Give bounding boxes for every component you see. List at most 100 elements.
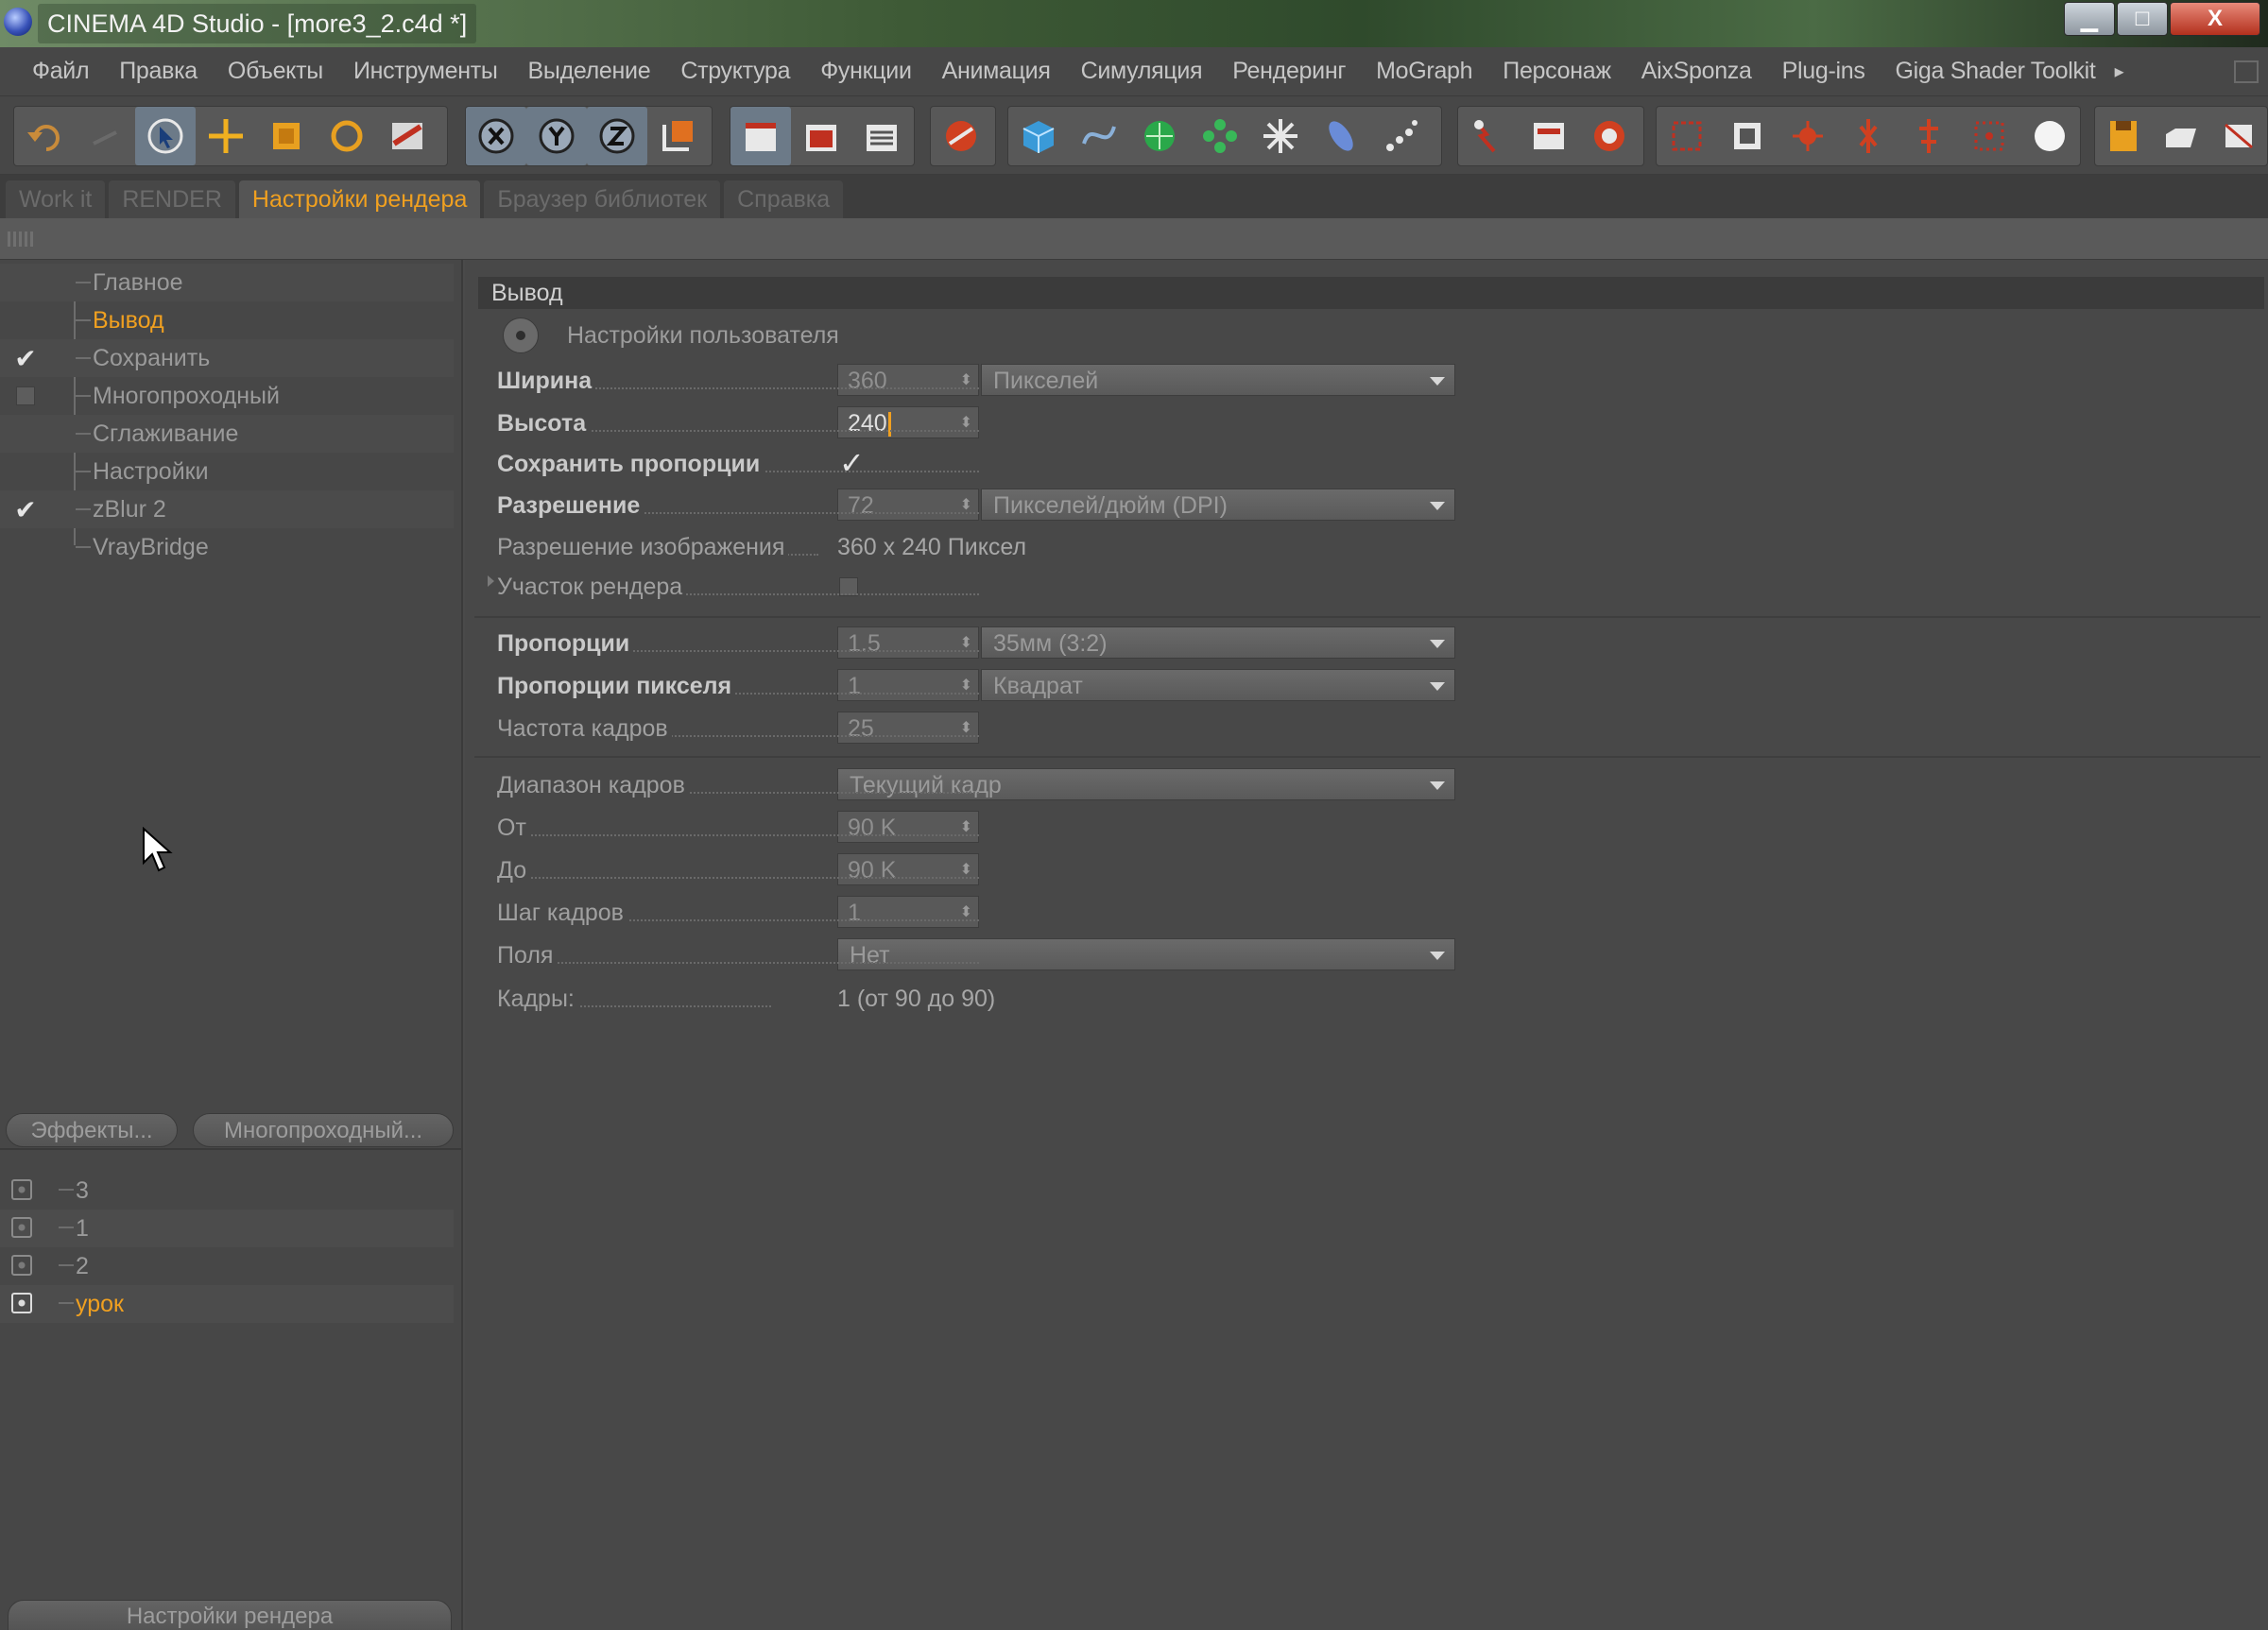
tab-render-settings[interactable]: Настройки рендера [238, 180, 481, 218]
effects-button[interactable]: Эффекты... [6, 1113, 178, 1147]
tree-branch [59, 1227, 74, 1228]
move-tool-button[interactable] [196, 107, 256, 165]
minimize-button[interactable]: ▁ [2064, 2, 2115, 36]
menu-selection[interactable]: Выделение [513, 58, 666, 85]
menu-more-arrow-icon[interactable]: ▸ [2115, 60, 2124, 83]
width-unit-dropdown[interactable]: Пикселей [981, 364, 1455, 396]
settings-item-multipass[interactable]: Многопроходный [0, 377, 454, 415]
settings-item-save[interactable]: ✔ Сохранить [0, 339, 454, 377]
panel-layout-icon[interactable] [2234, 60, 2259, 83]
multipass-enable-checkbox[interactable] [13, 384, 38, 408]
menu-objects[interactable]: Объекты [213, 58, 338, 85]
render-picture-viewer-icon [806, 125, 836, 151]
maximize-button[interactable]: □ [2117, 2, 2168, 36]
deformer-button[interactable] [1311, 107, 1371, 165]
x-axis-lock-button[interactable] [466, 107, 526, 165]
particles-button[interactable] [1371, 107, 1432, 165]
recent-tools-button[interactable] [377, 107, 438, 165]
tab-work-it[interactable]: Work it [6, 180, 106, 218]
mograph-cloner-button[interactable] [1250, 107, 1311, 165]
film-aspect-dropdown[interactable]: 35мм (3:2) [981, 626, 1455, 659]
settings-item-vraybridge[interactable]: VrayBridge [0, 528, 454, 566]
redo-button[interactable] [75, 107, 135, 165]
array-generator-button[interactable] [1190, 107, 1250, 165]
settings-item-zblur[interactable]: ✔ zBlur 2 [0, 490, 454, 528]
settings-item-options[interactable]: Настройки [0, 453, 454, 490]
settings-item-antialiasing[interactable]: Сглаживание [0, 415, 454, 453]
y-axis-lock-button[interactable] [526, 107, 587, 165]
rotate-tool-button[interactable] [317, 107, 377, 165]
z-axis-lock-button[interactable] [587, 107, 647, 165]
menu-render[interactable]: Рендеринг [1217, 58, 1361, 85]
panel-grip-icon[interactable] [8, 232, 36, 247]
menu-tools[interactable]: Инструменты [338, 58, 513, 85]
render-picture-viewer-button[interactable] [791, 107, 851, 165]
tab-render[interactable]: RENDER [109, 180, 235, 218]
window-title: CINEMA 4D Studio - [more3_2.c4d *] [38, 4, 477, 43]
section-title-output: Вывод [478, 277, 2264, 309]
settings-item-label: Настройки [93, 457, 209, 485]
zblur-enable-checkbox[interactable]: ✔ [13, 495, 38, 524]
open-file-button[interactable] [2153, 107, 2210, 165]
to-label-text: До [497, 857, 531, 884]
render-queue-button[interactable] [931, 107, 991, 165]
save-enable-checkbox[interactable]: ✔ [13, 344, 38, 373]
fields-row: Поля Нет [497, 936, 1455, 974]
spline-pen-button[interactable] [1069, 107, 1129, 165]
render-setting-item-1[interactable]: 1 [0, 1210, 454, 1247]
coordinate-system-button[interactable] [647, 107, 708, 165]
close-button[interactable]: X [2170, 2, 2260, 36]
render-setting-item-3[interactable]: 3 [0, 1172, 454, 1210]
menu-simulation[interactable]: Симуляция [1066, 58, 1218, 85]
pixel-aspect-dropdown[interactable]: Квадрат [981, 669, 1455, 701]
camera-object-button[interactable] [1579, 107, 1640, 165]
subdivision-surface-button[interactable] [1129, 107, 1190, 165]
settings-item-label: zBlur 2 [93, 495, 166, 523]
expand-arrow-icon[interactable] [488, 575, 494, 587]
model-mode-button[interactable] [1657, 107, 1717, 165]
menu-structure[interactable]: Структура [665, 58, 805, 85]
polygon-mode-button[interactable] [1899, 107, 1959, 165]
pixel-aspect-label-text: Пропорции пикселя [497, 673, 736, 699]
multipass-button[interactable]: Многопроходный... [193, 1113, 454, 1147]
point-mode-icon [1793, 121, 1823, 151]
frames-value: 1 (от 90 до 90) [837, 986, 996, 1012]
texture-mode-button[interactable] [1717, 107, 1778, 165]
sphere-preview-button[interactable] [2019, 107, 2080, 165]
resolution-unit-dropdown[interactable]: Пикселей/дюйм (DPI) [981, 489, 1455, 521]
live-selection-button[interactable] [135, 107, 196, 165]
width-label-text: Ширина [497, 368, 596, 394]
tab-library-browser[interactable]: Браузер библиотек [484, 180, 721, 218]
preset-menu-button[interactable] [503, 317, 539, 353]
menu-giga-shader-toolkit[interactable]: Giga Shader Toolkit [1881, 58, 2111, 85]
render-setting-item-2[interactable]: 2 [0, 1247, 454, 1285]
scene-object-button[interactable] [1519, 107, 1579, 165]
tab-help[interactable]: Справка [724, 180, 844, 218]
menu-animation[interactable]: Анимация [927, 58, 1066, 85]
scale-tool-button[interactable] [256, 107, 317, 165]
menu-aixsponza[interactable]: AixSponza [1626, 58, 1767, 85]
axis-mode-button[interactable] [1959, 107, 2019, 165]
menu-mograph[interactable]: MoGraph [1361, 58, 1487, 85]
menu-file[interactable]: Файл [17, 58, 104, 85]
menu-character[interactable]: Персонаж [1487, 58, 1626, 85]
render-view-button[interactable] [730, 107, 791, 165]
tree-branch [76, 471, 91, 472]
render-setting-item-urok[interactable]: урок [0, 1285, 454, 1323]
settings-item-main[interactable]: Главное [0, 264, 454, 301]
edge-mode-button[interactable] [1838, 107, 1899, 165]
settings-item-output[interactable]: Вывод [0, 301, 454, 339]
tree-branch [76, 319, 91, 321]
menu-functions[interactable]: Функции [805, 58, 926, 85]
point-mode-button[interactable] [1778, 107, 1838, 165]
undo-button[interactable] [14, 107, 75, 165]
new-file-button[interactable] [2209, 107, 2267, 165]
edit-render-settings-button[interactable] [851, 107, 912, 165]
render-settings-button[interactable]: Настройки рендера [8, 1600, 452, 1630]
cube-object-button[interactable] [1008, 107, 1069, 165]
menu-plugins[interactable]: Plug-ins [1767, 58, 1881, 85]
menu-edit[interactable]: Правка [104, 58, 213, 85]
save-button[interactable] [2095, 107, 2153, 165]
particles-icon [1386, 120, 1418, 151]
light-object-button[interactable] [1458, 107, 1519, 165]
